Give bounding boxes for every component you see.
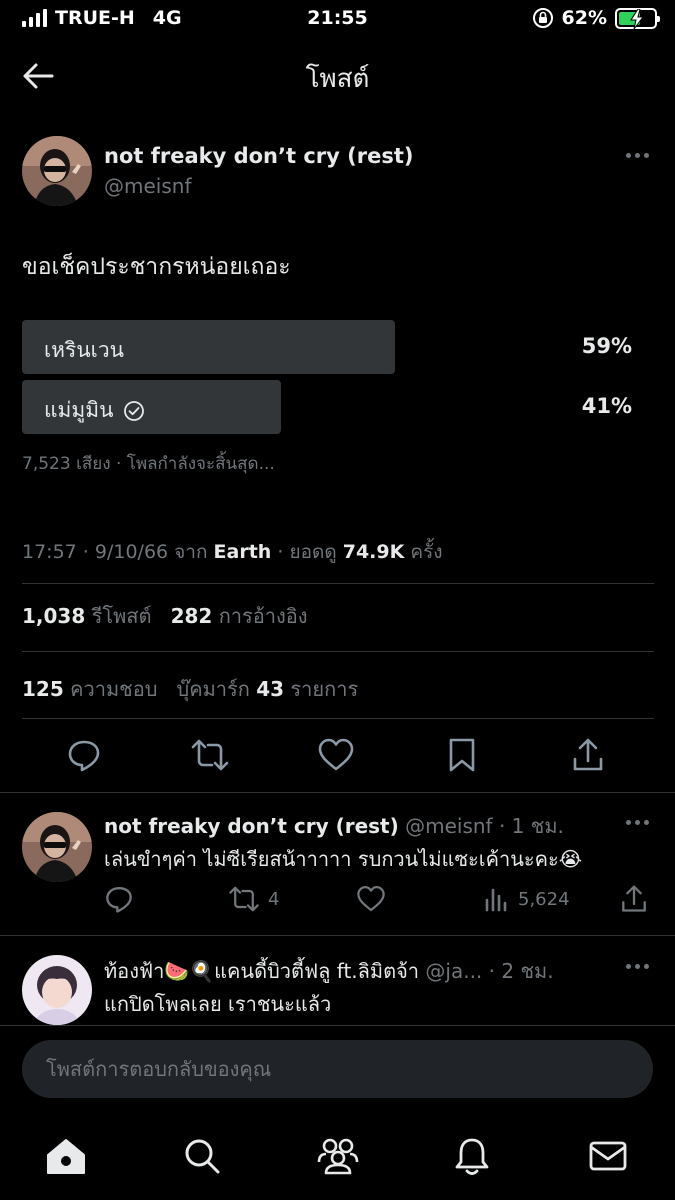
repost-stats[interactable]: 1,038 รีโพสต์ 282 การอ้างอิง xyxy=(22,600,308,632)
header: โพสต์ xyxy=(0,48,675,104)
reply-author-handle[interactable]: @meisnf xyxy=(405,814,492,838)
battery-percent: 62% xyxy=(561,7,607,29)
heart-icon xyxy=(357,886,385,912)
reply-author-name[interactable]: ท้องฟ้า🍉🍳แคนดี้บิวตี้ฟลู ft.ลิมิตจ้า xyxy=(104,959,419,983)
reply-compose-input[interactable]: โพสต์การตอบกลับของคุณ xyxy=(22,1040,653,1098)
tab-communities[interactable] xyxy=(316,1134,360,1178)
reply-reply-button[interactable] xyxy=(104,880,134,918)
tab-home[interactable] xyxy=(44,1134,88,1178)
reply-button[interactable] xyxy=(64,735,104,775)
poll-meta: 7,523 เสียง · โพลกำลังจะสิ้นสุด... xyxy=(22,454,275,474)
compose-placeholder: โพสต์การตอบกลับของคุณ xyxy=(46,1057,272,1081)
poll-option-label: แม่มูมิน xyxy=(44,394,145,427)
poll-option-percent: 41% xyxy=(581,394,632,418)
reply-share-button[interactable] xyxy=(620,880,648,918)
poll-option: เหรินเวน 59% xyxy=(22,320,632,374)
more-options-icon[interactable] xyxy=(626,820,649,825)
share-button[interactable] xyxy=(568,735,608,775)
reply-icon xyxy=(68,740,100,772)
reply-repost-count: 4 xyxy=(268,888,280,910)
like-button[interactable] xyxy=(316,735,356,775)
poll-option: แม่มูมิน 41% xyxy=(22,380,632,434)
like-stats[interactable]: 125 ความชอบ บุ๊คมาร์ก 43 รายการ xyxy=(22,673,358,705)
more-options-icon[interactable] xyxy=(626,964,649,969)
poll-votes-label: เสียง xyxy=(76,454,111,474)
poll-votes: 7,523 xyxy=(22,454,71,474)
reply-views-count: 5,624 xyxy=(518,888,570,910)
divider xyxy=(0,792,675,793)
tab-search[interactable] xyxy=(180,1134,224,1178)
author-name[interactable]: not freaky don’t cry (rest) xyxy=(104,144,413,168)
bell-icon xyxy=(455,1138,489,1175)
repost-icon xyxy=(191,739,229,771)
poll-status: โพลกำลังจะสิ้นสุด... xyxy=(126,454,275,474)
poll-option-label: เหรินเวน xyxy=(44,338,124,362)
share-icon xyxy=(622,885,646,912)
reply-text: เล่นขำๆค่า ไม่ซีเรียสน้าาาาา รบกวนไม่แซะ… xyxy=(104,847,583,871)
poll-option-percent: 59% xyxy=(581,334,632,358)
repost-icon xyxy=(229,886,259,912)
tab-notifications[interactable] xyxy=(450,1134,494,1178)
author-avatar[interactable] xyxy=(22,136,92,206)
repost-button[interactable] xyxy=(190,735,230,775)
mail-icon xyxy=(589,1141,627,1171)
reply-author-handle[interactable]: @ja... xyxy=(425,959,482,983)
divider xyxy=(22,651,654,652)
status-right: 62% xyxy=(532,7,660,29)
reply-repost-button[interactable]: 4 xyxy=(228,880,279,918)
author-handle[interactable]: @meisnf xyxy=(104,174,191,198)
reply-time: 1 ชม. xyxy=(511,814,564,838)
reply-actions: 4 5,624 xyxy=(0,880,675,920)
reply-avatar[interactable] xyxy=(22,812,92,882)
heart-icon xyxy=(318,738,354,771)
share-icon xyxy=(573,738,603,771)
reply-text: แกปิดโพลเลย เราชนะแล้ว xyxy=(104,992,332,1016)
home-icon xyxy=(47,1139,85,1174)
more-options-icon[interactable] xyxy=(626,153,649,158)
check-circle-icon xyxy=(124,400,145,421)
reply-like-button[interactable] xyxy=(356,880,386,918)
divider xyxy=(0,935,675,936)
tweet-actions xyxy=(0,735,675,779)
battery-icon xyxy=(615,7,660,29)
communities-icon xyxy=(317,1138,359,1175)
reply-header: not freaky don’t cry (rest) @meisnf · 1 … xyxy=(104,814,564,838)
reply-avatar[interactable] xyxy=(22,955,92,1025)
reply-views-button[interactable]: 5,624 xyxy=(484,880,570,918)
tweet-views: 74.9K xyxy=(342,541,405,563)
tab-messages[interactable] xyxy=(586,1134,630,1178)
reply-author-name[interactable]: not freaky don’t cry (rest) xyxy=(104,814,399,838)
tweet-timestamp[interactable]: 17:57 · 9/10/66 xyxy=(22,541,168,563)
divider xyxy=(0,1025,675,1026)
search-icon xyxy=(185,1139,220,1174)
reply-time: 2 ชม. xyxy=(501,959,554,983)
page-title: โพสต์ xyxy=(305,64,370,94)
orientation-lock-icon xyxy=(532,8,553,28)
reply-icon xyxy=(106,887,132,913)
bookmark-button[interactable] xyxy=(442,735,482,775)
status-bar: TRUE-H 4G 21:55 62% xyxy=(0,0,675,40)
analytics-icon xyxy=(485,888,507,912)
bookmark-icon xyxy=(449,738,475,772)
reply-header: ท้องฟ้า🍉🍳แคนดี้บิวตี้ฟลู ft.ลิมิตจ้า @ja… xyxy=(104,959,554,983)
tweet-source: Earth xyxy=(213,541,272,563)
divider xyxy=(22,583,654,584)
bottom-tab-bar xyxy=(0,1118,675,1200)
tweet-meta: 17:57 · 9/10/66 จาก Earth · ยอดดู 74.9K … xyxy=(22,541,443,563)
tweet-text: ขอเช็คประชากรหน่อยเถอะ xyxy=(22,254,291,280)
divider xyxy=(22,718,654,719)
